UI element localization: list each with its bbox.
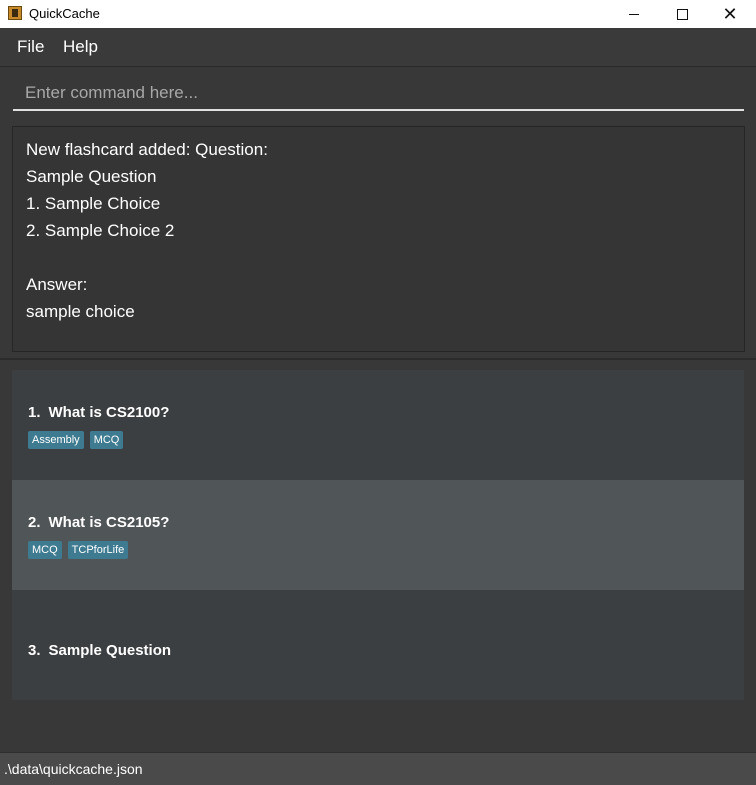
- tag-badge: MCQ: [28, 541, 62, 559]
- result-line: New flashcard added: Question:: [26, 140, 268, 159]
- maximize-icon: [676, 8, 688, 20]
- flashcard-question: Sample Question: [48, 642, 172, 659]
- maximize-button[interactable]: [659, 0, 705, 28]
- flashcard-index: 2.: [28, 514, 41, 531]
- save-location: .\data\quickcache.json: [4, 761, 143, 777]
- result-line: [26, 244, 744, 271]
- menu-bar: File Help: [0, 28, 756, 67]
- result-line: Sample Question: [26, 167, 157, 186]
- close-button[interactable]: ✕: [707, 0, 753, 28]
- flashcard-index: 1.: [28, 404, 41, 421]
- flashcard-tags: Assembly MCQ: [28, 431, 124, 449]
- flashcard-item[interactable]: 1. What is CS2100? Assembly MCQ: [12, 370, 744, 480]
- result-line: Answer:: [26, 275, 88, 294]
- result-line: 1. Sample Choice: [26, 194, 161, 213]
- menu-help[interactable]: Help: [63, 37, 98, 57]
- tag-badge: MCQ: [89, 431, 124, 449]
- app-icon: [8, 6, 22, 20]
- flashcard-item[interactable]: 3. Sample Question: [12, 590, 744, 700]
- menu-file[interactable]: File: [17, 37, 44, 57]
- flashcard-title: 2. What is CS2105?: [28, 514, 169, 531]
- result-line: sample choice: [26, 302, 135, 321]
- flashcard-item[interactable]: 2. What is CS2105? MCQ TCPforLife: [12, 480, 744, 590]
- minimize-icon: [629, 13, 639, 15]
- minimize-button[interactable]: [611, 0, 657, 28]
- status-bar: .\data\quickcache.json: [0, 752, 756, 785]
- flashcard-title: 1. What is CS2100?: [28, 404, 169, 421]
- window-title: QuickCache: [29, 6, 100, 21]
- result-display: New flashcard added: Question: Sample Que…: [12, 126, 745, 352]
- tag-badge: TCPforLife: [67, 541, 129, 559]
- flashcard-list-panel: 1. What is CS2100? Assembly MCQ 2. What is CS…: [0, 360, 756, 752]
- close-icon: ✕: [722, 3, 738, 24]
- result-line: 2. Sample Choice 2: [26, 221, 175, 240]
- flashcard-question: What is CS2100?: [48, 404, 170, 421]
- title-bar: QuickCache ✕: [0, 0, 756, 28]
- command-box: [0, 67, 756, 119]
- flashcard-index: 3.: [28, 642, 41, 659]
- command-input[interactable]: [13, 77, 744, 111]
- tag-badge: Assembly: [28, 431, 84, 449]
- flashcard-tags: MCQ TCPforLife: [28, 541, 129, 559]
- flashcard-list[interactable]: 1. What is CS2100? Assembly MCQ 2. What is CS…: [12, 370, 744, 700]
- flashcard-question: What is CS2105?: [48, 514, 170, 531]
- flashcard-title: 3. Sample Question: [28, 642, 171, 659]
